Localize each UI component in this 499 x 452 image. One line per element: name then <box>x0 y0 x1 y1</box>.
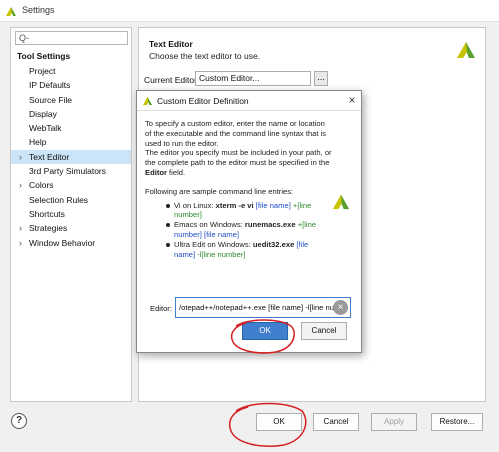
sidebar-item-label: IP Defaults <box>29 80 71 91</box>
example-arg1: [file name] <box>253 200 291 210</box>
sidebar-item-label: Shortcuts <box>29 208 65 219</box>
sidebar-item-strategies[interactable]: › Strategies <box>11 221 131 235</box>
example-prefix: Ultra Edit on Windows: <box>174 239 253 249</box>
example-entry: Ultra Edit on Windows: uedit32.exe [file… <box>145 240 335 260</box>
chevron-right-icon[interactable]: › <box>19 221 22 235</box>
sidebar-item-label: Project <box>29 66 56 76</box>
instruction-line: of the executable and the command line s… <box>145 128 327 138</box>
sidebar-item-text-editor[interactable]: › Text Editor <box>11 149 131 165</box>
chevron-right-icon[interactable]: › <box>19 150 22 164</box>
example-arg2: +[line <box>295 220 317 230</box>
sidebar-item-label: Help <box>29 137 47 148</box>
sidebar-item-3rd-party-simulators[interactable]: 3rd Party Simulators <box>11 164 131 178</box>
cancel-button[interactable]: Cancel <box>313 413 359 431</box>
custom-editor-dialog: Custom Editor Definition × To specify a … <box>136 90 362 353</box>
example-cmd: uedit32.exe <box>252 239 295 249</box>
example-prefix: Vi on Linux: <box>174 200 216 210</box>
page-title: Text Editor <box>149 39 193 49</box>
examples-list: Vi on Linux: xterm -e vi [file name] +[l… <box>145 201 335 260</box>
dialog-title: Custom Editor Definition <box>157 96 249 106</box>
sidebar-item-label: Colors <box>29 180 54 191</box>
example-continuation: -l[line number] <box>195 249 246 259</box>
restore-button[interactable]: Restore... <box>431 413 483 431</box>
examples-heading: Following are sample command line entrie… <box>145 186 294 196</box>
example-continuation: name] <box>174 249 196 259</box>
dialog-ok-button[interactable]: OK <box>242 322 288 340</box>
tree-root-label: Tool Settings <box>17 51 71 61</box>
bullet-icon <box>166 242 170 247</box>
editor-command-input[interactable]: /otepad++/notepad++.exe [file name] -l[l… <box>175 297 351 318</box>
search-input[interactable]: Q- <box>15 31 128 45</box>
instruction-line: Editor field. <box>145 167 186 177</box>
app-logo-icon <box>6 7 16 16</box>
chevron-right-icon[interactable]: › <box>19 178 22 192</box>
example-continuation: number] [file name] <box>174 229 239 239</box>
example-cmd: xterm -e vi <box>215 200 254 210</box>
sidebar-item-window-behavior[interactable]: › Window Behavior <box>11 236 131 250</box>
apply-button[interactable]: Apply <box>371 413 417 431</box>
sidebar-item-label: Selection Rules <box>29 194 89 205</box>
example-entry: Vi on Linux: xterm -e vi [file name] +[l… <box>145 201 335 221</box>
settings-tree: Project IP Defaults Source File Display WebT… <box>11 64 131 250</box>
current-editor-dropdown[interactable]: Custom Editor... <box>195 71 311 86</box>
sidebar-item-label: Display <box>29 108 57 119</box>
sidebar-item-label: Text Editor <box>29 151 70 162</box>
page-header: Text Editor Choose the text editor to us… <box>139 28 485 63</box>
sidebar-item-source-file[interactable]: Source File <box>11 93 131 107</box>
sidebar-item-shortcuts[interactable]: Shortcuts <box>11 207 131 221</box>
dialog-cancel-button[interactable]: Cancel <box>301 322 347 340</box>
brand-logo-icon <box>457 42 475 58</box>
sidebar-item-selection-rules[interactable]: Selection Rules <box>11 193 131 207</box>
window-titlebar: Settings <box>0 0 499 22</box>
example-arg1: [file <box>294 239 309 249</box>
sidebar-item-project[interactable]: Project <box>11 64 131 78</box>
example-prefix: Emacs on Windows: <box>174 220 245 230</box>
bullet-icon <box>166 223 170 228</box>
editor-field-reference: Editor <box>145 167 167 177</box>
example-entry: Emacs on Windows: runemacs.exe +[line num… <box>145 220 335 240</box>
example-arg2: +[line <box>290 200 312 210</box>
sidebar-item-colors[interactable]: › Colors <box>11 178 131 192</box>
dialog-titlebar: Custom Editor Definition × <box>137 91 361 111</box>
sidebar-item-label: Strategies <box>29 223 68 234</box>
example-continuation: number] <box>174 210 202 220</box>
brand-logo-icon <box>332 194 350 210</box>
sidebar-item-label: WebTalk <box>29 123 62 134</box>
sidebar-item-help[interactable]: Help <box>11 135 131 149</box>
instruction-line: used to run the editor. <box>145 138 219 148</box>
example-cmd: runemacs.exe <box>244 220 296 230</box>
chevron-right-icon[interactable]: › <box>19 236 22 250</box>
page-description: Choose the text editor to use. <box>149 51 261 61</box>
instruction-line: The editor you specify must be included … <box>145 148 332 158</box>
dialog-logo-icon <box>142 96 153 106</box>
sidebar-item-label: Window Behavior <box>29 237 96 248</box>
bullet-icon <box>166 203 170 208</box>
current-editor-label: Current Editor: <box>144 75 200 85</box>
sidebar-item-label: Source File <box>29 94 72 105</box>
window-title: Settings <box>22 5 55 15</box>
settings-sidebar: Q- Tool Settings Project IP Defaults Sourc… <box>10 27 132 402</box>
sidebar-item-webtalk[interactable]: WebTalk <box>11 121 131 135</box>
search-icon: Q- <box>19 33 29 43</box>
sidebar-item-label: 3rd Party Simulators <box>29 166 106 177</box>
instruction-line: the complete path to the editor must be … <box>145 158 330 168</box>
close-icon[interactable]: × <box>345 93 359 107</box>
sidebar-item-ip-defaults[interactable]: IP Defaults <box>11 78 131 92</box>
dialog-instructions: To specify a custom editor, enter the na… <box>145 119 335 259</box>
clear-icon[interactable]: × <box>333 300 348 315</box>
help-button[interactable]: ? <box>11 413 27 429</box>
instruction-line: To specify a custom editor, enter the na… <box>145 119 325 128</box>
ok-button[interactable]: OK <box>256 413 302 431</box>
sidebar-item-display[interactable]: Display <box>11 107 131 121</box>
editor-browse-button[interactable]: ... <box>314 71 328 86</box>
editor-command-label: Editor: <box>150 304 172 313</box>
